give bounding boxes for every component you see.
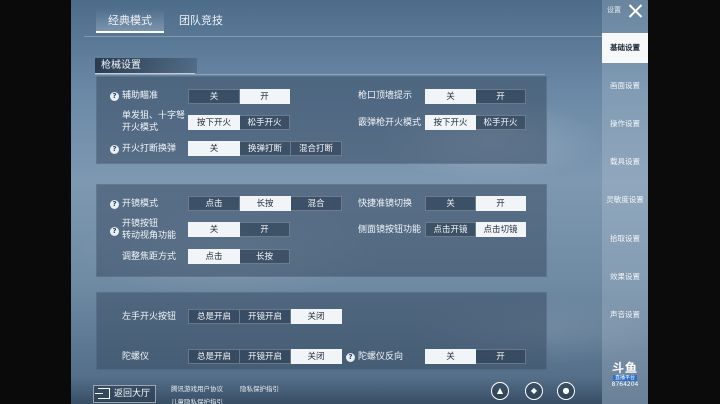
logo-mark: 斗鱼 bbox=[611, 361, 638, 375]
option-off[interactable]: 关 bbox=[188, 89, 240, 104]
option-on[interactable]: 开 bbox=[476, 89, 526, 104]
mode-tabs: 经典模式 团队竞技 bbox=[96, 9, 234, 37]
option-press-fire[interactable]: 按下开火 bbox=[188, 115, 240, 130]
help-icon[interactable]: ? bbox=[110, 92, 119, 101]
sidebar-item-sound[interactable]: 声音设置 bbox=[602, 300, 648, 330]
label-scope-view-rotate-1: 开镜按钮 bbox=[122, 219, 159, 229]
option-scope-on[interactable]: 开镜开启 bbox=[240, 309, 291, 324]
user-icon[interactable]: ● bbox=[557, 382, 575, 400]
sidebar-item-sensitivity[interactable]: 灵敏度设置 bbox=[602, 185, 648, 215]
fire-interrupt-reload-select: 关 换弹打断 混合打断 bbox=[188, 141, 342, 156]
option-release-fire[interactable]: 松手开火 bbox=[240, 115, 290, 130]
link-user-agreement[interactable]: 腾讯游戏用户协议 bbox=[171, 383, 223, 393]
quick-scope-switch-toggle: 关 开 bbox=[425, 196, 526, 211]
label-quick-scope-switch: 快捷准镜切换 bbox=[358, 199, 413, 209]
option-hold[interactable]: 长按 bbox=[240, 196, 291, 211]
shield-icon[interactable]: ◆ bbox=[525, 382, 543, 400]
help-icon[interactable]: ? bbox=[110, 145, 119, 154]
label-muzzle-wall: 枪口顶墙提示 bbox=[358, 91, 413, 101]
exit-icon bbox=[95, 388, 110, 399]
link-child-privacy[interactable]: 儿童隐私保护指引 bbox=[171, 396, 223, 404]
tab-team[interactable]: 团队竞技 bbox=[168, 9, 234, 33]
label-sniper-fire-mode-2: 开火模式 bbox=[122, 123, 159, 133]
label-scope-view-rotate-2: 转动视角功能 bbox=[122, 231, 177, 241]
settings-title: 设置 bbox=[607, 6, 621, 14]
option-tap-scope[interactable]: 点击开镜 bbox=[425, 222, 476, 237]
help-icon[interactable]: ? bbox=[110, 227, 119, 236]
tab-classic[interactable]: 经典模式 bbox=[96, 9, 164, 33]
sidebar-item-effects[interactable]: 效果设置 bbox=[602, 262, 648, 292]
gyroscope-select: 总是开启 开镜开启 关闭 bbox=[188, 349, 342, 364]
option-on[interactable]: 开 bbox=[476, 349, 526, 364]
option-tap[interactable]: 点击 bbox=[188, 249, 240, 264]
option-always-on[interactable]: 总是开启 bbox=[188, 309, 240, 324]
option-tap-switch[interactable]: 点击切镜 bbox=[476, 222, 526, 237]
scope-mode-select: 点击 长按 混合 bbox=[188, 196, 342, 211]
label-scope-mode: 开镜模式 bbox=[122, 199, 159, 209]
option-off[interactable]: 关 bbox=[425, 349, 476, 364]
label-gyroscope: 陀螺仪 bbox=[122, 352, 150, 362]
option-mixed-interrupt[interactable]: 混合打断 bbox=[291, 141, 342, 156]
option-reload-interrupt[interactable]: 换弹打断 bbox=[240, 141, 291, 156]
sidebar-item-graphics[interactable]: 画面设置 bbox=[602, 71, 648, 101]
option-off[interactable]: 关 bbox=[425, 89, 476, 104]
label-fire-interrupt-reload: 开火打断换弹 bbox=[122, 144, 177, 154]
zoom-method-select: 点击 长按 bbox=[188, 249, 290, 264]
option-off[interactable]: 关闭 bbox=[291, 349, 342, 364]
option-hold[interactable]: 长按 bbox=[240, 249, 290, 264]
option-always-on[interactable]: 总是开启 bbox=[188, 349, 240, 364]
help-icon[interactable]: ? bbox=[346, 353, 355, 362]
sidebar-item-pickup[interactable]: 拾取设置 bbox=[602, 224, 648, 254]
option-scope-on[interactable]: 开镜开启 bbox=[240, 349, 291, 364]
help-icon[interactable]: ? bbox=[110, 200, 119, 209]
option-tap[interactable]: 点击 bbox=[188, 196, 240, 211]
shotgun-fire-mode-select: 按下开火 松手开火 bbox=[425, 115, 526, 130]
tabs-divider bbox=[84, 36, 602, 37]
scope-view-rotate-toggle: 关 开 bbox=[188, 222, 290, 237]
label-shotgun-fire-mode: 霰弹枪开火模式 bbox=[358, 118, 422, 128]
option-press-fire[interactable]: 按下开火 bbox=[425, 115, 476, 130]
gyro-reverse-toggle: 关 开 bbox=[425, 349, 526, 364]
sidebar-item-basic[interactable]: 基础设置 bbox=[602, 33, 648, 63]
option-off[interactable]: 关 bbox=[188, 222, 240, 237]
option-off[interactable]: 关 bbox=[425, 196, 476, 211]
side-scope-button-select: 点击开镜 点击切镜 bbox=[425, 222, 526, 237]
option-on[interactable]: 开 bbox=[240, 222, 290, 237]
label-left-fire-button: 左手开火按钮 bbox=[122, 312, 177, 322]
section-divider bbox=[95, 74, 545, 75]
sidebar-item-vehicle[interactable]: 载具设置 bbox=[602, 147, 648, 177]
label-side-scope-button: 侧面镜按钮功能 bbox=[358, 225, 422, 235]
section-title: 枪械设置 bbox=[95, 58, 197, 74]
left-fire-button-select: 总是开启 开镜开启 关闭 bbox=[188, 309, 342, 324]
option-mixed[interactable]: 混合 bbox=[291, 196, 342, 211]
label-sniper-fire-mode-1: 单发狙、十字弩 bbox=[122, 111, 186, 121]
option-on[interactable]: 开 bbox=[476, 196, 526, 211]
label-aim-assist: 辅助瞄准 bbox=[122, 91, 159, 101]
label-zoom-method: 调整焦距方式 bbox=[122, 252, 177, 262]
sniper-fire-mode-select: 按下开火 松手开火 bbox=[188, 115, 290, 130]
option-off[interactable]: 关 bbox=[188, 141, 240, 156]
option-release-fire[interactable]: 松手开火 bbox=[476, 115, 526, 130]
option-off[interactable]: 关闭 bbox=[291, 309, 342, 324]
room-number: 8764204 bbox=[611, 381, 639, 388]
muzzle-wall-toggle: 关 开 bbox=[425, 89, 526, 104]
close-icon[interactable] bbox=[626, 2, 646, 20]
link-privacy-guide[interactable]: 隐私保护指引 bbox=[240, 383, 279, 393]
aim-assist-toggle: 关 开 bbox=[188, 89, 290, 104]
warning-icon[interactable]: ▲ bbox=[491, 382, 509, 400]
sidebar-item-controls[interactable]: 操作设置 bbox=[602, 109, 648, 139]
label-gyro-reverse: 陀螺仪反向 bbox=[358, 352, 404, 362]
option-on[interactable]: 开 bbox=[240, 89, 290, 104]
stream-logo: 斗鱼 直播平台 8764204 bbox=[608, 361, 642, 389]
left-letterbox bbox=[0, 0, 71, 404]
